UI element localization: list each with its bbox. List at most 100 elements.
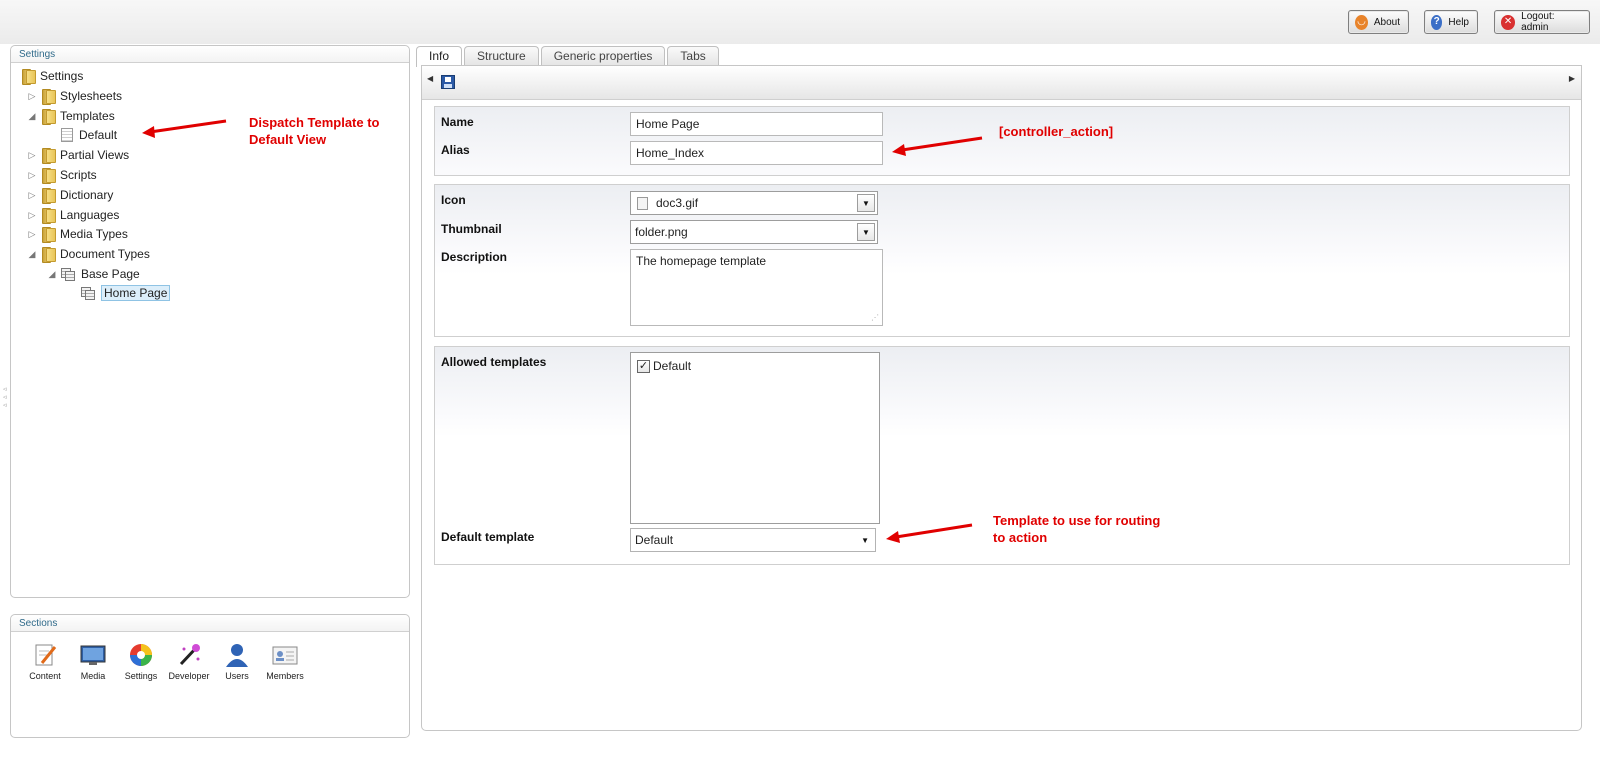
help-icon: ?: [1431, 14, 1443, 30]
allowed-templates-label: Allowed templates: [441, 355, 547, 369]
name-alias-pane: Name Home Page Alias Home_Index: [434, 106, 1570, 176]
pencil-document-icon: [32, 643, 58, 667]
tree-item-label: Settings: [40, 69, 84, 83]
tree-item-settings[interactable]: Settings: [21, 67, 83, 85]
about-label: About: [1373, 16, 1400, 28]
default-template-select[interactable]: Default ▼: [630, 528, 876, 552]
section-members[interactable]: Members: [263, 643, 307, 681]
collapse-arrow-icon[interactable]: ◢: [27, 111, 37, 121]
color-wheel-icon: [128, 643, 154, 667]
help-button[interactable]: ? Help: [1424, 10, 1478, 34]
icon-label: Icon: [441, 193, 466, 207]
about-button[interactable]: ◡ About: [1348, 10, 1409, 34]
tree-item-label: Templates: [60, 109, 115, 123]
section-users[interactable]: Users: [215, 643, 259, 681]
tab-tabs[interactable]: Tabs: [667, 46, 719, 66]
folder-icon: [41, 109, 56, 125]
editor-content: ◀ ▶ Name Home Page Alias Home_Index Icon…: [421, 65, 1582, 731]
annotation-arrow-default-template: [886, 523, 973, 543]
thumbnail-label: Thumbnail: [441, 222, 502, 236]
icon-thumbnail-pane: Icon doc3.gif ▼ Thumbnail folder.png ▼ D…: [434, 184, 1570, 337]
tree-item-default-template[interactable]: Default: [61, 126, 117, 144]
tree-item-label: Partial Views: [60, 148, 130, 162]
tree-item-label-selected: Home Page: [101, 285, 171, 301]
folder-icon: [21, 69, 36, 85]
thumbnail-select[interactable]: folder.png ▼: [630, 220, 878, 244]
save-icon[interactable]: [441, 75, 455, 89]
tree-item-label: Media Types: [60, 227, 128, 241]
monitor-image-icon: [80, 643, 106, 667]
tree-item-label: Base Page: [81, 267, 140, 281]
default-template-label: Default template: [441, 530, 535, 544]
description-textarea[interactable]: The homepage template: [630, 249, 883, 326]
tree-item-label: Stylesheets: [60, 89, 123, 103]
panel-splitter-handle[interactable]: ◃ ◃ ◃: [3, 386, 7, 410]
icon-select[interactable]: doc3.gif ▼: [630, 191, 878, 215]
collapse-arrow-icon[interactable]: ◢: [47, 269, 57, 279]
annotation-text: to action: [993, 530, 1048, 545]
document-type-icon: [81, 286, 96, 300]
folder-icon: [41, 148, 56, 164]
section-label: Users: [225, 671, 249, 681]
toolbar-scroll-right-icon[interactable]: ▶: [1569, 74, 1575, 83]
tab-generic-properties[interactable]: Generic properties: [540, 46, 666, 66]
section-settings[interactable]: Settings: [119, 643, 163, 681]
logout-button[interactable]: ✕ Logout: admin: [1494, 10, 1590, 34]
tab-structure[interactable]: Structure: [464, 46, 539, 66]
section-label: Settings: [124, 671, 158, 681]
collapse-arrow-icon[interactable]: ◢: [27, 249, 37, 259]
tree-item-home-page[interactable]: Home Page: [81, 284, 171, 302]
allowed-templates-list: ✓ Default: [630, 352, 880, 524]
resize-grip-icon[interactable]: ⋰: [871, 313, 879, 322]
thumbnail-select-value: folder.png: [635, 225, 688, 239]
checkbox-checked-icon[interactable]: ✓: [637, 359, 650, 373]
icon-select-value: doc3.gif: [656, 196, 699, 210]
expand-arrow-icon[interactable]: ▷: [27, 190, 37, 200]
tree-item-languages[interactable]: ▷ Languages: [29, 206, 119, 224]
tree-item-dictionary[interactable]: ▷ Dictionary: [29, 186, 114, 204]
tree-item-document-types[interactable]: ◢ Document Types: [29, 245, 150, 263]
document-type-icon: [61, 267, 76, 281]
alias-input[interactable]: Home_Index: [630, 141, 883, 165]
annotation-dispatch-template: Dispatch Template to Default View: [249, 114, 380, 148]
tree-item-scripts[interactable]: ▷ Scripts: [29, 166, 97, 184]
folder-icon: [41, 227, 56, 243]
top-bar: ◡ About ? Help ✕ Logout: admin: [0, 0, 1600, 44]
section-developer[interactable]: Developer: [167, 643, 211, 681]
tree-item-base-page[interactable]: ◢ Base Page: [49, 265, 140, 283]
user-icon: [224, 643, 250, 667]
folder-icon: [41, 188, 56, 204]
tree-item-templates[interactable]: ◢ Templates: [29, 107, 115, 125]
template-document-icon: [61, 128, 73, 142]
tab-info[interactable]: Info: [416, 46, 463, 67]
tree-item-media-types[interactable]: ▷ Media Types: [29, 225, 128, 243]
allowed-template-item[interactable]: ✓ Default: [637, 359, 691, 373]
settings-panel-title: Settings: [11, 46, 409, 63]
sections-panel: Sections Content Media Settings Develope…: [10, 614, 410, 738]
expand-arrow-icon[interactable]: ▷: [27, 150, 37, 160]
name-input[interactable]: Home Page: [630, 112, 883, 136]
sections-panel-title: Sections: [11, 615, 409, 632]
section-content[interactable]: Content: [23, 643, 67, 681]
expand-arrow-icon[interactable]: ▷: [27, 229, 37, 239]
tree-item-label: Default: [79, 128, 118, 142]
expand-arrow-icon[interactable]: ▷: [27, 210, 37, 220]
tree-item-partial-views[interactable]: ▷ Partial Views: [29, 146, 130, 164]
tree-item-label: Dictionary: [60, 188, 114, 202]
default-template-value: Default: [635, 533, 674, 547]
member-card-icon: [272, 643, 298, 667]
section-label: Media: [80, 671, 106, 681]
chevron-down-icon[interactable]: ▼: [857, 223, 875, 241]
logout-icon: ✕: [1501, 14, 1516, 30]
expand-arrow-icon[interactable]: ▷: [27, 170, 37, 180]
chevron-down-icon[interactable]: ▼: [861, 536, 869, 545]
help-label: Help: [1448, 16, 1469, 28]
expand-arrow-icon[interactable]: ▷: [27, 91, 37, 101]
tree-item-stylesheets[interactable]: ▷ Stylesheets: [29, 87, 123, 105]
section-label: Content: [29, 671, 61, 681]
chevron-down-icon[interactable]: ▼: [857, 194, 875, 212]
toolbar-scroll-left-icon[interactable]: ◀: [427, 74, 433, 83]
magic-wand-icon: [176, 643, 202, 667]
name-label: Name: [441, 115, 474, 129]
section-media[interactable]: Media: [71, 643, 115, 681]
